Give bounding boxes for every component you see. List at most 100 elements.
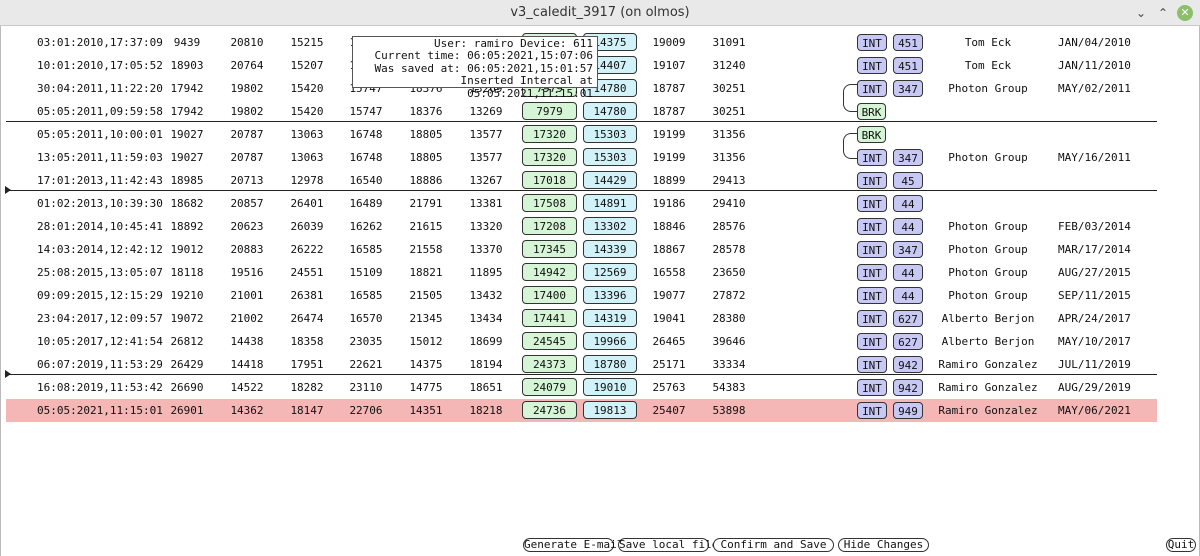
table-row[interactable]: 13:05:2011,11:59:03 19027 20787 13063 16748 1… bbox=[6, 146, 1157, 169]
device-code-badge[interactable]: 44 bbox=[893, 287, 923, 304]
row-cyan-value-box[interactable]: 19966 bbox=[583, 332, 637, 350]
row-cyan-value-box[interactable]: 14429 bbox=[583, 171, 637, 189]
row-cyan-value-box[interactable]: 14780 bbox=[583, 102, 637, 120]
device-code-badge[interactable]: 942 bbox=[893, 379, 923, 396]
maximize-icon[interactable]: ⌃ bbox=[1154, 4, 1172, 22]
device-code-badge[interactable]: 44 bbox=[893, 195, 923, 212]
device-code-badge[interactable]: 347 bbox=[893, 80, 923, 97]
row-green-value-box[interactable]: 24373 bbox=[522, 355, 577, 373]
device-code-badge[interactable]: 44 bbox=[893, 218, 923, 235]
row-green-value-box[interactable]: 17441 bbox=[522, 309, 577, 327]
row-value-cell: 31091 bbox=[712, 36, 746, 49]
close-icon[interactable]: ✕ bbox=[1177, 5, 1193, 21]
row-value-cell: 19186 bbox=[652, 197, 686, 210]
row-cyan-value-box[interactable]: 13396 bbox=[583, 286, 637, 304]
int-badge[interactable]: INT bbox=[857, 264, 887, 281]
row-green-value-box[interactable]: 17508 bbox=[522, 194, 577, 212]
device-code-badge[interactable]: 347 bbox=[893, 241, 923, 258]
row-cyan-value-box[interactable]: 15303 bbox=[583, 148, 637, 166]
row-cyan-value-box[interactable]: 19813 bbox=[583, 401, 637, 419]
table-row[interactable]: 01:02:2013,10:39:30 18682 20857 26401 16489 2… bbox=[6, 192, 1157, 215]
row-cyan-value-box[interactable]: 15303 bbox=[583, 125, 637, 143]
row-cyan-value-box[interactable]: 14891 bbox=[583, 194, 637, 212]
device-code-badge[interactable]: 942 bbox=[893, 356, 923, 373]
row-value-cell: 28578 bbox=[712, 243, 746, 256]
row-value-cell: 12978 bbox=[290, 174, 324, 187]
row-cyan-value-box[interactable]: 19010 bbox=[583, 378, 637, 396]
row-value-cell: 26474 bbox=[290, 312, 324, 325]
row-cyan-value-box[interactable]: 14339 bbox=[583, 240, 637, 258]
table-row[interactable]: 14:03:2014,12:42:12 19012 20883 26222 16585 2… bbox=[6, 238, 1157, 261]
int-badge[interactable]: INT bbox=[857, 195, 887, 212]
int-badge[interactable]: INT bbox=[857, 218, 887, 235]
quit-button[interactable]: Quit bbox=[1166, 538, 1196, 552]
table-row[interactable]: 09:09:2015,12:15:29 19210 21001 26381 16585 2… bbox=[6, 284, 1157, 307]
row-green-value-box[interactable]: 17320 bbox=[522, 125, 577, 143]
table-row[interactable]: 05:05:2011,09:59:58 17942 19802 15420 15747 1… bbox=[6, 100, 1157, 123]
row-green-value-box[interactable]: 17208 bbox=[522, 217, 577, 235]
table-row[interactable]: 17:01:2013,11:42:43 18985 20713 12978 16540 1… bbox=[6, 169, 1157, 192]
row-value-cell: 18846 bbox=[652, 220, 686, 233]
int-badge[interactable]: INT bbox=[857, 379, 887, 396]
int-badge[interactable]: INT bbox=[857, 356, 887, 373]
row-green-value-box[interactable]: 24545 bbox=[522, 332, 577, 350]
hide-changes-button[interactable]: Hide Changes bbox=[838, 538, 929, 552]
int-badge[interactable]: INT bbox=[857, 57, 887, 74]
row-value-cell: 23650 bbox=[712, 266, 746, 279]
observer-cell bbox=[926, 100, 1050, 123]
row-value-cell: 18892 bbox=[170, 220, 204, 233]
int-badge[interactable]: INT bbox=[857, 287, 887, 304]
int-badge[interactable]: INT bbox=[857, 402, 887, 419]
row-date-cell: 23:04:2017,12:09:57 bbox=[37, 312, 163, 325]
observer-cell: Photon Group bbox=[948, 243, 1028, 256]
row-cyan-value-box[interactable]: 13302 bbox=[583, 217, 637, 235]
break-badge[interactable]: BRK bbox=[857, 103, 886, 120]
int-badge[interactable]: INT bbox=[857, 34, 887, 51]
row-green-value-box[interactable]: 17320 bbox=[522, 148, 577, 166]
int-badge[interactable]: INT bbox=[857, 333, 887, 350]
break-badge[interactable]: BRK bbox=[857, 126, 886, 143]
int-badge[interactable]: INT bbox=[857, 80, 887, 97]
row-green-value-box[interactable]: 24079 bbox=[522, 378, 577, 396]
device-code-badge[interactable]: 45 bbox=[893, 172, 923, 189]
table-row[interactable]: 28:01:2014,10:45:41 18892 20623 26039 16262 2… bbox=[6, 215, 1157, 238]
table-row-selected[interactable]: 05:05:2021,11:15:01 26901 14362 18147 22706 1… bbox=[6, 399, 1157, 422]
row-value-cell: 33334 bbox=[712, 358, 746, 371]
row-value-cell: 13269 bbox=[469, 105, 503, 118]
int-badge[interactable]: INT bbox=[857, 149, 887, 166]
minimize-icon[interactable]: ⌄ bbox=[1132, 4, 1150, 22]
save-local-file-button[interactable]: Save local file bbox=[618, 538, 718, 552]
int-badge[interactable]: INT bbox=[857, 310, 887, 327]
table-row[interactable]: 25:08:2015,13:05:07 18118 19516 24551 15109 1… bbox=[6, 261, 1157, 284]
generate-email-button[interactable]: Generate E-mail bbox=[523, 538, 623, 552]
row-value-cell: 20857 bbox=[230, 197, 264, 210]
row-green-value-box[interactable]: 14942 bbox=[522, 263, 577, 281]
int-badge[interactable]: INT bbox=[857, 241, 887, 258]
row-green-value-box[interactable]: 17400 bbox=[522, 286, 577, 304]
row-green-value-box[interactable]: 17345 bbox=[522, 240, 577, 258]
device-code-badge[interactable]: 627 bbox=[893, 333, 923, 350]
row-green-value-box[interactable]: 24736 bbox=[522, 401, 577, 419]
row-green-value-box[interactable]: 7979 bbox=[522, 102, 577, 120]
row-cyan-value-box[interactable]: 18780 bbox=[583, 355, 637, 373]
marker-arrow-icon bbox=[5, 370, 11, 378]
confirm-and-save-button[interactable]: Confirm and Save bbox=[713, 538, 834, 552]
row-cyan-value-box[interactable]: 12569 bbox=[583, 263, 637, 281]
table-row[interactable]: 05:05:2011,10:00:01 19027 20787 13063 16748 1… bbox=[6, 123, 1157, 146]
device-code-badge[interactable]: 44 bbox=[893, 264, 923, 281]
int-badge[interactable]: INT bbox=[857, 172, 887, 189]
device-code-badge[interactable]: 949 bbox=[893, 402, 923, 419]
table-row[interactable]: 06:07:2019,11:53:29 26429 14418 17951 22621 1… bbox=[6, 353, 1157, 376]
table-row[interactable]: 23:04:2017,12:09:57 19072 21002 26474 16570 2… bbox=[6, 307, 1157, 330]
observer-cell: Photon Group bbox=[948, 266, 1028, 279]
device-code-badge[interactable]: 451 bbox=[893, 34, 923, 51]
table-row[interactable]: 10:05:2017,12:41:54 26812 14438 18358 23035 1… bbox=[6, 330, 1157, 353]
table-row[interactable]: 16:08:2019,11:53:42 26690 14522 18282 23110 1… bbox=[6, 376, 1157, 399]
row-value-cell: 20787 bbox=[230, 128, 264, 141]
row-cyan-value-box[interactable]: 14319 bbox=[583, 309, 637, 327]
device-code-badge[interactable]: 347 bbox=[893, 149, 923, 166]
row-green-value-box[interactable]: 17018 bbox=[522, 171, 577, 189]
device-code-badge[interactable]: 627 bbox=[893, 310, 923, 327]
device-code-badge[interactable]: 451 bbox=[893, 57, 923, 74]
row-value-cell: 18147 bbox=[290, 404, 324, 417]
